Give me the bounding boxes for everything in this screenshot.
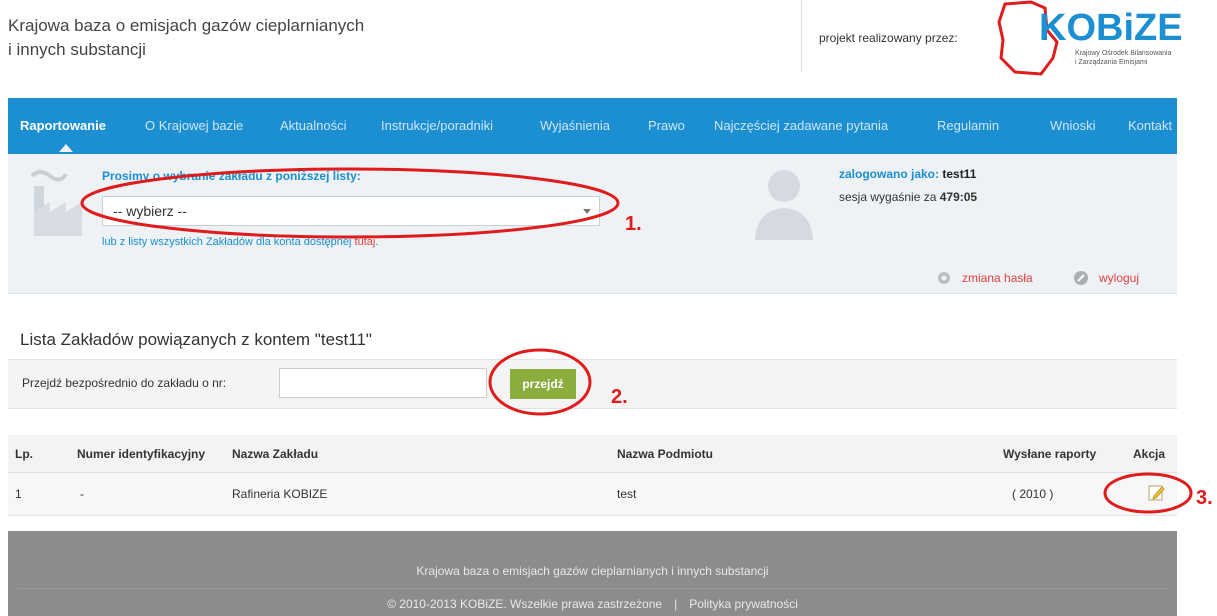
- col-header-id: Numer identyfikacyjny: [77, 447, 206, 461]
- factory-icon: [30, 170, 82, 236]
- logged-in-label: zalogowano jako:: [839, 167, 943, 181]
- kobize-logo[interactable]: KOBiZE Krajowy Ośrodek Bilansowania i Za…: [997, 0, 1217, 78]
- facility-list-title: Lista Zakładów powiązanych z kontem "tes…: [20, 330, 372, 349]
- site-header: Krajowa baza o emisjach gazów cieplarnia…: [0, 0, 1217, 98]
- edit-icon[interactable]: [1148, 484, 1165, 501]
- nav-item-1[interactable]: O Krajowej bazie: [145, 118, 243, 133]
- facility-select-value: -- wybierz --: [113, 203, 187, 219]
- col-header-reports: Wysłane raporty: [1003, 447, 1097, 461]
- cell-id: -: [80, 487, 84, 501]
- nav-item-2[interactable]: Aktualności: [280, 118, 346, 133]
- footer-title: Krajowa baza o emisjach gazów cieplarnia…: [416, 564, 769, 578]
- footer-separator: |: [674, 597, 678, 611]
- cell-reports: ( 2010 ): [1012, 487, 1054, 501]
- footer-divider: [18, 588, 1167, 589]
- site-title-line1: Krajowa baza o emisjach gazów cieplarnia…: [8, 16, 365, 35]
- site-title-line2: i innych substancji: [8, 40, 146, 59]
- header-divider: [801, 0, 802, 72]
- goto-label: Przejdź bezpośrednio do zakładu o nr:: [22, 376, 227, 390]
- session-expiry: sesja wygaśnie za 479:05: [839, 190, 977, 204]
- col-header-entity-name: Nazwa Podmiotu: [617, 447, 714, 461]
- nav-item-6[interactable]: Najczęściej zadawane pytania: [714, 118, 888, 133]
- gear-icon: [938, 272, 950, 284]
- logged-in-as: zalogowano jako: test11: [839, 167, 976, 181]
- all-facilities-link-prefix: lub z listy wszystkich Zakładów dla kont…: [102, 236, 355, 248]
- facility-number-input[interactable]: [279, 368, 487, 398]
- annotation-label-2: 2.: [611, 386, 628, 408]
- nav-item-5[interactable]: Prawo: [648, 118, 685, 133]
- main-nav: Raportowanie O Krajowej bazie Aktualności I…: [8, 98, 1177, 154]
- cell-lp: 1: [15, 487, 22, 501]
- logo-subtitle-line1: Krajowy Ośrodek Bilansowania: [1075, 50, 1172, 57]
- logout-link[interactable]: wyloguj: [1073, 270, 1139, 286]
- session-time: 479:05: [939, 190, 978, 204]
- logo-subtitle-line2: i Zarządzania Emisjami: [1075, 59, 1148, 66]
- cell-entity-name: test: [617, 487, 637, 501]
- logout-label: wyloguj: [1099, 271, 1140, 285]
- nav-item-4[interactable]: Wyjaśnienia: [540, 118, 610, 133]
- footer-bottom-line: © 2010-2013 KOBiZE. Wszelkie prawa zastr…: [8, 597, 1177, 611]
- chevron-down-icon: [583, 209, 591, 214]
- goto-button[interactable]: przejdź: [510, 369, 576, 399]
- nav-active-caret: [59, 144, 73, 152]
- session-label: sesja wygaśnie za: [839, 190, 940, 204]
- col-header-lp: Lp.: [15, 447, 33, 461]
- annotation-label-1: 1.: [625, 213, 642, 235]
- logo-brand-text: KOBiZE: [1039, 7, 1183, 49]
- footer-copyright: © 2010-2013 KOBiZE. Wszelkie prawa zastr…: [387, 597, 663, 611]
- site-footer: Krajowa baza o emisjach gazów cieplarnia…: [8, 531, 1177, 616]
- facility-select[interactable]: -- wybierz --: [102, 196, 600, 226]
- user-avatar-icon: [755, 170, 813, 240]
- all-facilities-link-text: lub z listy wszystkich Zakładów dla kont…: [102, 236, 378, 248]
- logged-in-user: test11: [942, 167, 977, 181]
- table-row: [8, 473, 1177, 516]
- col-header-action: Akcja: [1133, 447, 1166, 461]
- nav-item-9[interactable]: Kontakt: [1128, 118, 1172, 133]
- change-password-link[interactable]: zmiana hasła: [936, 270, 1033, 286]
- all-facilities-link-suffix: .: [375, 236, 379, 248]
- facility-select-panel: Prosimy o wybranie zakładu z poniższej l…: [8, 154, 1177, 294]
- nav-item-7[interactable]: Regulamin: [937, 118, 999, 133]
- change-password-label: zmiana hasła: [962, 271, 1033, 285]
- nav-item-8[interactable]: Wnioski: [1050, 118, 1096, 133]
- cell-facility-name: Rafineria KOBIZE: [232, 487, 328, 501]
- col-header-facility-name: Nazwa Zakładu: [232, 447, 319, 461]
- privacy-policy-link[interactable]: Polityka prywatności: [689, 597, 798, 611]
- project-label: projekt realizowany przez:: [819, 31, 958, 45]
- annotation-label-3: 3.: [1196, 487, 1213, 509]
- all-facilities-link[interactable]: tutaj: [355, 236, 376, 248]
- select-prompt: Prosimy o wybranie zakładu z poniższej l…: [102, 169, 361, 183]
- site-title: Krajowa baza o emisjach gazów cieplarnia…: [8, 14, 508, 62]
- nav-item-0[interactable]: Raportowanie: [20, 118, 106, 133]
- nav-item-3[interactable]: Instrukcje/poradniki: [381, 118, 493, 133]
- logout-icon: [1074, 271, 1088, 285]
